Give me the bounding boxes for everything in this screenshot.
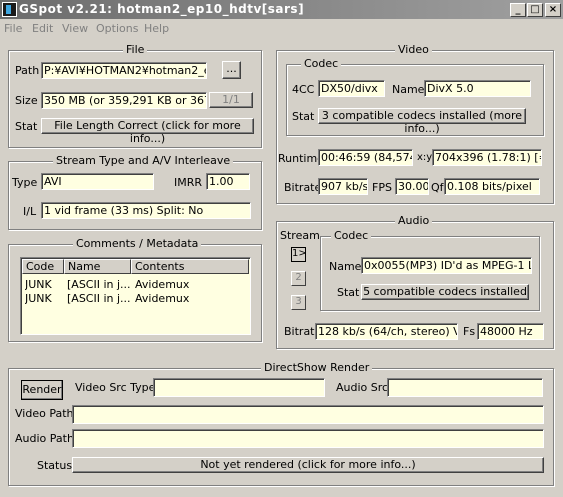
video-path-label: Video Path xyxy=(15,407,74,420)
audio-codec-title: Codec xyxy=(331,229,372,242)
status-label: Status xyxy=(37,459,73,472)
video-stat-label: Stat xyxy=(292,110,315,123)
file-stat-button[interactable]: File Length Correct (click for more info… xyxy=(41,118,254,145)
column-header-contents[interactable]: Contents xyxy=(131,259,249,274)
audio-stat-label: Stat xyxy=(337,286,360,299)
video-codec-title: Codec xyxy=(301,57,342,70)
video-path-field[interactable] xyxy=(72,405,544,424)
title-bar: GSpot v2.21: hotman2_ep10_hdtv[sars] _ □… xyxy=(0,0,563,19)
table-row-2-code[interactable]: JUNK xyxy=(25,292,63,305)
video-src-type-field[interactable] xyxy=(153,378,325,397)
video-group: Video Codec 4CC DX50/divx Name DivX 5.0 … xyxy=(276,43,554,204)
video-codec-group: Codec 4CC DX50/divx Name DivX 5.0 Stat 3… xyxy=(286,57,544,136)
path-field[interactable]: P:¥AVI¥HOTMAN2¥hotman2_ep10 xyxy=(41,62,207,79)
menu-help[interactable]: Help xyxy=(144,22,169,35)
xy-field[interactable]: 704x396 (1.78:1) [=16 xyxy=(432,149,542,166)
audio-group: Audio Stream 1> 2 3 Codec Name 0x0055(MP… xyxy=(276,214,554,349)
column-header-code[interactable]: Code xyxy=(22,259,64,274)
audio-path-field[interactable] xyxy=(72,429,544,448)
table-row-2-contents[interactable]: Avidemux xyxy=(135,292,245,305)
audio-src-label: Audio Src xyxy=(336,381,389,394)
metadata-list[interactable]: Code Name Contents JUNK [ASCII in j... A… xyxy=(20,257,251,335)
render-button[interactable]: Render xyxy=(21,380,63,400)
audio-bitrate-field[interactable]: 128 kb/s (64/ch, stereo) VBR xyxy=(315,323,458,340)
runtime-field[interactable]: 00:46:59 (84,574 fr xyxy=(318,149,413,166)
audio-src-field[interactable] xyxy=(387,378,543,397)
imrr-label: IMRR xyxy=(174,176,203,189)
video-stat-button[interactable]: 3 compatible codecs installed (more info… xyxy=(318,108,526,135)
menu-options[interactable]: Options xyxy=(96,22,138,35)
stream-type-title: Stream Type and A/V Interleave xyxy=(53,154,234,167)
directshow-title: DirectShow Render xyxy=(261,361,373,374)
size-field[interactable]: 350 MB (or 359,291 KB or 367,914 xyxy=(41,92,207,109)
fourcc-field[interactable]: DX50/divx xyxy=(318,80,385,97)
audio-codec-group: Codec Name 0x0055(MP3) ID'd as MPEG-1 La… xyxy=(320,229,540,311)
il-field[interactable]: 1 vid frame (33 ms) Split: No xyxy=(41,202,251,219)
xy-label: x:y xyxy=(417,152,433,163)
video-src-type-label: Video Src Type xyxy=(75,381,156,394)
file-counter: 1/1 xyxy=(209,92,253,108)
size-label: Size xyxy=(15,94,38,107)
stream-type-group: Stream Type and A/V Interleave Type AVI … xyxy=(8,154,262,230)
audio-title: Audio xyxy=(395,214,433,227)
file-group-title: File xyxy=(123,43,148,56)
menu-edit[interactable]: Edit xyxy=(32,22,53,35)
table-row-2-name[interactable]: [ASCII in j... xyxy=(67,292,130,305)
fps-field[interactable]: 30.000 xyxy=(395,178,429,195)
fs-field[interactable]: 48000 Hz xyxy=(477,323,544,340)
menu-view[interactable]: View xyxy=(62,22,88,35)
video-bitrate-label: Bitrate xyxy=(284,181,322,194)
table-row-1-name[interactable]: [ASCII in j... xyxy=(67,278,130,291)
qf-field[interactable]: 0.108 bits/pixel xyxy=(444,178,540,195)
minimize-button[interactable]: _ xyxy=(510,3,526,17)
window-title: GSpot v2.21: hotman2_ep10_hdtv[sars] xyxy=(19,2,305,16)
comments-group: Comments / Metadata Code Name Contents J… xyxy=(8,237,262,342)
stat-label: Stat xyxy=(15,120,38,133)
type-label: Type xyxy=(12,176,38,189)
fps-label: FPS xyxy=(372,181,392,194)
video-name-label: Name xyxy=(392,83,425,96)
qf-label: Qf xyxy=(431,181,444,194)
imrr-field[interactable]: 1.00 xyxy=(206,173,250,190)
render-status-button[interactable]: Not yet rendered (click for more info...… xyxy=(72,457,544,473)
browse-button[interactable]: ... xyxy=(222,61,241,79)
stream-2-button[interactable]: 2 xyxy=(291,271,306,286)
table-row-1-code[interactable]: JUNK xyxy=(25,278,63,291)
audio-name-field[interactable]: 0x0055(MP3) ID'd as MPEG-1 Laye xyxy=(361,257,532,274)
file-group: File Path P:¥AVI¥HOTMAN2¥hotman2_ep10 ..… xyxy=(8,43,262,148)
stream-label: Stream xyxy=(280,229,320,242)
fs-label: Fs xyxy=(463,325,476,338)
video-name-field[interactable]: DivX 5.0 xyxy=(424,80,531,97)
menu-file[interactable]: File xyxy=(4,22,22,35)
table-row-1-contents[interactable]: Avidemux xyxy=(135,278,245,291)
menu-bar: File Edit View Options Help xyxy=(0,20,563,38)
video-bitrate-field[interactable]: 907 kb/s xyxy=(318,178,368,195)
path-label: Path xyxy=(15,64,40,77)
video-title: Video xyxy=(395,43,432,56)
stream-3-button[interactable]: 3 xyxy=(291,295,306,310)
maximize-button[interactable]: □ xyxy=(527,3,543,17)
directshow-group: DirectShow Render Render Video Src Type … xyxy=(8,361,554,486)
close-button[interactable]: × xyxy=(545,3,561,17)
stream-1-button[interactable]: 1> xyxy=(291,247,307,262)
fourcc-label: 4CC xyxy=(292,83,315,96)
il-label: I/L xyxy=(23,205,37,218)
audio-name-label: Name xyxy=(329,260,362,273)
audio-path-label: Audio Path xyxy=(15,432,74,445)
comments-title: Comments / Metadata xyxy=(73,237,202,250)
app-icon[interactable] xyxy=(2,2,17,17)
column-header-name[interactable]: Name xyxy=(64,259,131,274)
type-field[interactable]: AVI xyxy=(41,173,154,190)
audio-stat-button[interactable]: 5 compatible codecs installed xyxy=(361,284,529,300)
